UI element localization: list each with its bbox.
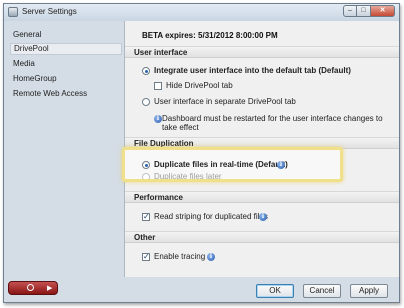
info-icon[interactable]: i [207, 253, 215, 261]
settings-content: BETA expires: 5/31/2012 8:00:00 PM User … [124, 21, 399, 277]
hide-tab-checkbox[interactable] [154, 82, 162, 90]
cancel-button[interactable]: Cancel [303, 284, 341, 298]
hide-tab-label[interactable]: Hide DrivePool tab [166, 81, 233, 91]
separate-tab-radio[interactable] [142, 98, 150, 106]
arrow-right-icon: ▶ [47, 285, 53, 292]
section-user-interface: User interface [125, 46, 399, 58]
sidebar-item-homegroup[interactable]: HomeGroup [10, 73, 122, 85]
dialog-footer: ▶ OK Cancel Apply [4, 277, 399, 303]
power-icon [27, 284, 34, 291]
duplicate-realtime-radio[interactable] [142, 161, 150, 169]
section-other: Other [125, 231, 399, 243]
power-button[interactable]: ▶ [8, 281, 58, 295]
restart-note: Dashboard must be restarted for the user… [162, 114, 383, 132]
minimize-button[interactable]: – [343, 5, 357, 17]
sidebar-item-drivepool[interactable]: DrivePool [10, 43, 122, 55]
settings-sidebar: General DrivePool Media HomeGroup Remote… [4, 21, 124, 277]
info-icon[interactable]: i [154, 115, 162, 123]
integrate-ui-label[interactable]: Integrate user interface into the defaul… [154, 66, 351, 76]
duplicate-later-label[interactable]: Duplicate files later [154, 172, 222, 182]
enable-tracing-label[interactable]: Enable tracing [154, 252, 205, 262]
close-button[interactable]: ✕ [371, 5, 395, 17]
beta-expiry-label: BETA expires: 5/31/2012 8:00:00 PM [142, 31, 278, 40]
title-bar: Server Settings – □ ✕ [4, 4, 399, 21]
section-file-duplication: File Duplication [125, 137, 399, 149]
integrate-ui-radio[interactable] [142, 67, 150, 75]
duplicate-later-radio[interactable] [142, 173, 150, 181]
maximize-button[interactable]: □ [357, 5, 371, 17]
sidebar-item-general[interactable]: General [10, 29, 122, 41]
enable-tracing-checkbox[interactable]: ✓ [142, 253, 150, 261]
apply-button[interactable]: Apply [350, 284, 388, 298]
sidebar-item-media[interactable]: Media [10, 58, 122, 70]
separate-tab-label[interactable]: User interface in separate DrivePool tab [154, 97, 296, 107]
duplicate-realtime-label[interactable]: Duplicate files in real-time (Default) [154, 160, 288, 170]
server-settings-window: Server Settings – □ ✕ General DrivePool … [3, 3, 400, 303]
window-title: Server Settings [22, 7, 77, 16]
ok-button[interactable]: OK [256, 284, 294, 298]
app-icon [8, 7, 18, 17]
info-icon[interactable]: i [259, 213, 267, 221]
read-striping-checkbox[interactable]: ✓ [142, 213, 150, 221]
sidebar-item-remote-web-access[interactable]: Remote Web Access [10, 88, 122, 100]
section-performance: Performance [125, 191, 399, 203]
read-striping-label[interactable]: Read striping for duplicated files [154, 212, 268, 222]
info-icon[interactable]: i [277, 161, 285, 169]
